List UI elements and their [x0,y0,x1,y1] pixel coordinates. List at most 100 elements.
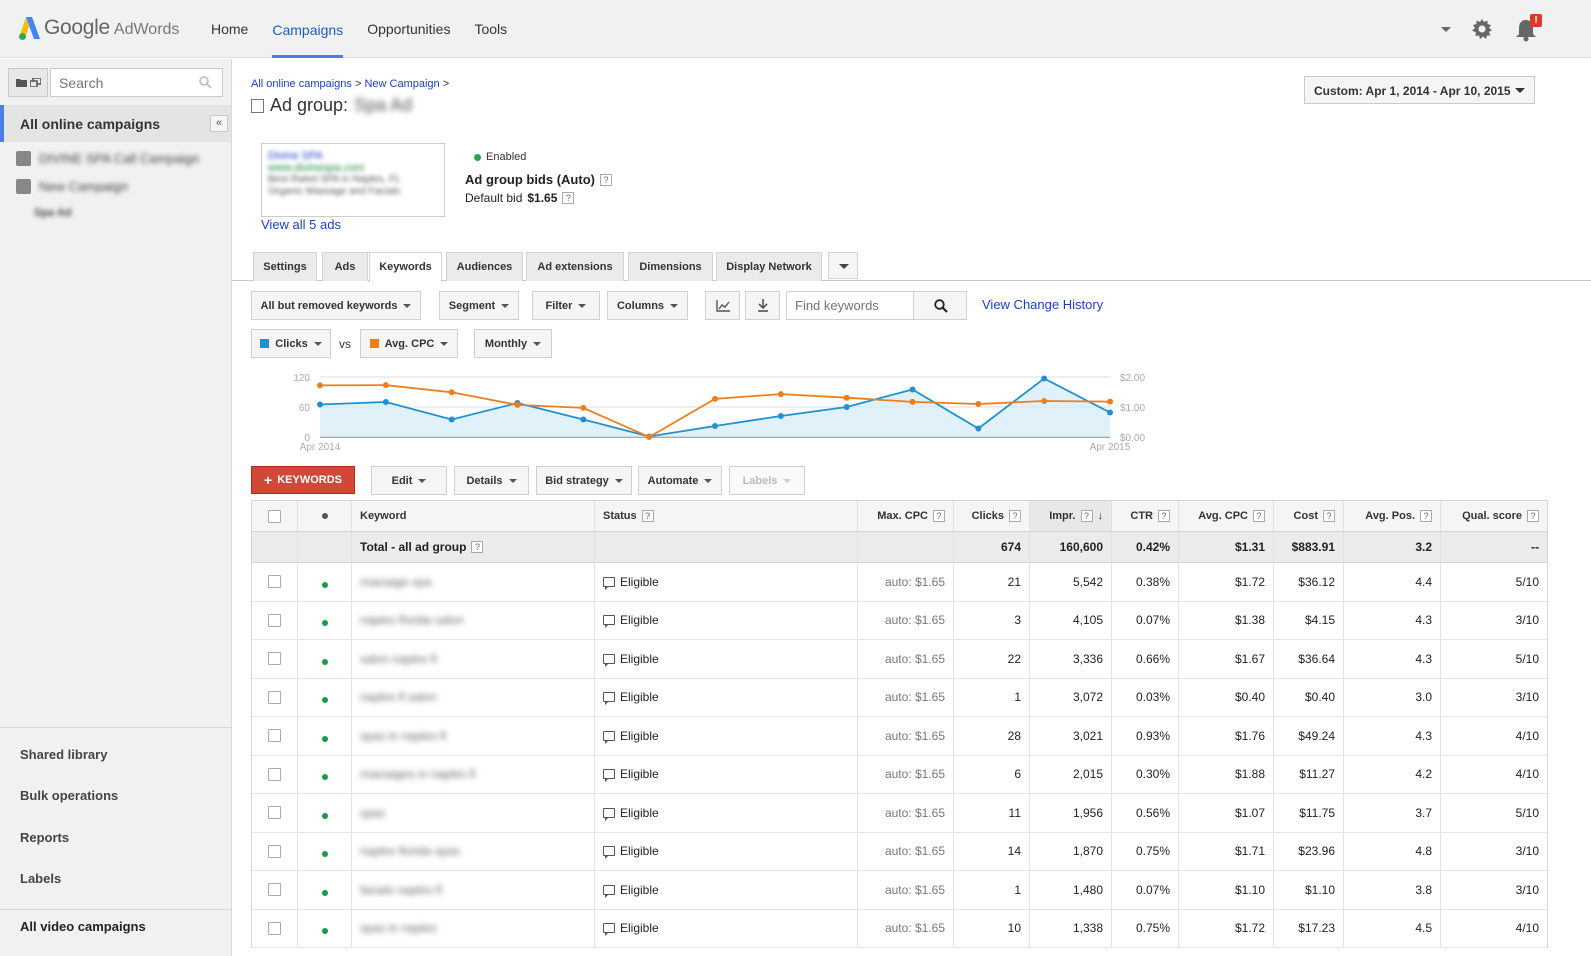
keyword-text[interactable]: naples florida salon [360,613,463,627]
table-row[interactable]: naples florida spas Eligible auto: $1.65 14… [252,832,1547,871]
table-row[interactable]: facials naples fl Eligible auto: $1.65 1 1,4… [252,871,1547,910]
select-all-checkbox[interactable] [268,509,281,523]
toggle-chart-button[interactable] [705,291,740,320]
keyword-text[interactable]: naples florida spas [360,844,460,858]
keyword-text[interactable]: facials naples fl [360,883,442,897]
chart-metric2-dropdown[interactable]: Avg. CPC [360,329,458,358]
help-icon[interactable]: ? [599,173,612,186]
sidebar-campaign-1[interactable]: DIVINE SPA Call Campaign [16,148,199,168]
tab-settings[interactable]: Settings [253,252,317,281]
enabled-status-dot-icon[interactable] [321,774,328,781]
sidebar-labels[interactable]: Labels [20,871,61,886]
help-icon[interactable]: ? [1009,510,1021,522]
row-checkbox[interactable] [268,613,281,627]
col-impr[interactable]: Impr.? ↓ [1030,501,1112,531]
chart-period-dropdown[interactable]: Monthly [474,329,552,358]
more-tabs-button[interactable] [828,252,858,279]
tab-dimensions[interactable]: Dimensions [628,252,713,281]
row-checkbox[interactable] [268,767,281,781]
keyword-text[interactable]: naples fl salon [360,690,437,704]
enabled-status-dot-icon[interactable] [321,581,328,588]
speech-bubble-icon[interactable] [603,653,615,667]
enabled-status-dot-icon[interactable] [321,812,328,819]
search-icon[interactable] [199,76,212,89]
speech-bubble-icon[interactable] [603,615,615,629]
col-clicks[interactable]: Clicks? [954,501,1030,531]
bid-strategy-button[interactable]: Bid strategy [536,466,632,495]
ad-group-status[interactable]: Enabled [474,151,526,163]
enabled-status-dot-icon[interactable] [321,928,328,935]
keyword-text[interactable]: salon naples fl [360,652,437,666]
row-checkbox[interactable] [268,729,281,743]
nav-opportunities[interactable]: Opportunities [367,0,450,58]
account-menu-caret-icon[interactable] [1441,27,1451,32]
max-cpc-cell[interactable]: auto: $1.65 [858,717,954,755]
speech-bubble-icon[interactable] [603,846,615,860]
max-cpc-cell[interactable]: auto: $1.65 [858,871,954,909]
help-icon[interactable]: ? [1323,510,1335,522]
max-cpc-cell[interactable]: auto: $1.65 [858,640,954,678]
add-keywords-button[interactable]: + KEYWORDS [251,466,355,494]
row-checkbox[interactable] [268,575,281,589]
max-cpc-cell[interactable]: auto: $1.65 [858,755,954,793]
nav-tools[interactable]: Tools [474,0,507,58]
adwords-logo[interactable]: Google AdWords [18,14,179,42]
help-icon[interactable]: ? [1420,510,1432,522]
tab-keywords[interactable]: Keywords [369,252,442,282]
help-icon[interactable]: ? [562,192,575,204]
breadcrumb-new-campaign[interactable]: New Campaign [364,78,439,90]
row-checkbox[interactable] [268,921,281,935]
row-checkbox[interactable] [268,690,281,704]
max-cpc-cell[interactable]: auto: $1.65 [858,832,954,870]
details-button[interactable]: Details [454,466,529,495]
filter-button[interactable]: Filter [532,291,600,320]
view-change-history-link[interactable]: View Change History [982,297,1103,312]
tab-audiences[interactable]: Audiences [446,252,523,281]
row-checkbox[interactable] [268,652,281,666]
labels-button[interactable]: Labels [729,466,805,495]
enabled-status-dot-icon[interactable] [321,658,328,665]
table-row[interactable]: naples florida salon Eligible auto: $1.65 3… [252,601,1547,640]
breadcrumb-all-online-campaigns[interactable]: All online campaigns [251,78,352,90]
row-checkbox[interactable] [268,844,281,858]
edit-button[interactable]: Edit [371,466,447,495]
col-avg-cpc[interactable]: Avg. CPC? [1179,501,1274,531]
columns-button[interactable]: Columns [607,291,688,320]
nav-home[interactable]: Home [211,0,248,58]
table-row[interactable]: massages in naples fl Eligible auto: $1.65… [252,755,1547,794]
enabled-status-dot-icon[interactable] [321,851,328,858]
enabled-status-dot-icon[interactable] [321,735,328,742]
keyword-text[interactable]: spas in naples fl [360,729,446,743]
help-icon[interactable]: ? [1253,510,1265,522]
table-row[interactable]: naples fl salon Eligible auto: $1.65 1 3,072… [252,678,1547,717]
tab-ad-extensions[interactable]: Ad extensions [526,252,624,281]
date-range-selector[interactable]: Custom: Apr 1, 2014 - Apr 10, 2015 [1304,76,1535,104]
download-button[interactable] [745,291,780,320]
col-avg-pos[interactable]: Avg. Pos.? [1344,501,1441,531]
tab-display-network[interactable]: Display Network [716,252,822,281]
col-qual-score[interactable]: Qual. score? [1441,501,1547,531]
col-max-cpc[interactable]: Max. CPC? [858,501,954,531]
find-keywords-button[interactable] [913,291,967,320]
default-bid-value[interactable]: $1.65 [527,191,557,205]
row-checkbox[interactable] [268,806,281,820]
help-icon[interactable]: ? [933,510,945,522]
tab-ads[interactable]: Ads [322,252,368,281]
col-status[interactable]: Status? [595,501,858,531]
sidebar-bulk-operations[interactable]: Bulk operations [20,788,118,803]
table-row[interactable]: spas Eligible auto: $1.65 11 1,956 0.56% $1.07… [252,794,1547,833]
chart-metric1-dropdown[interactable]: Clicks [251,329,331,358]
keyword-filter-dropdown[interactable]: All but removed keywords [251,291,421,320]
help-icon[interactable]: ? [641,510,654,522]
sidebar-all-video-campaigns[interactable]: All video campaigns [20,919,146,934]
view-toggle[interactable] [8,68,48,97]
sidebar-reports[interactable]: Reports [20,830,69,845]
segment-button[interactable]: Segment [439,291,519,320]
sidebar-all-online-campaigns[interactable]: All online campaigns « [0,105,231,142]
row-checkbox[interactable] [268,883,281,897]
col-ctr[interactable]: CTR? [1112,501,1179,531]
gear-icon[interactable] [1472,19,1492,39]
speech-bubble-icon[interactable] [603,884,615,898]
keyword-text[interactable]: spas in naples [360,921,437,935]
nav-campaigns[interactable]: Campaigns [272,0,344,58]
